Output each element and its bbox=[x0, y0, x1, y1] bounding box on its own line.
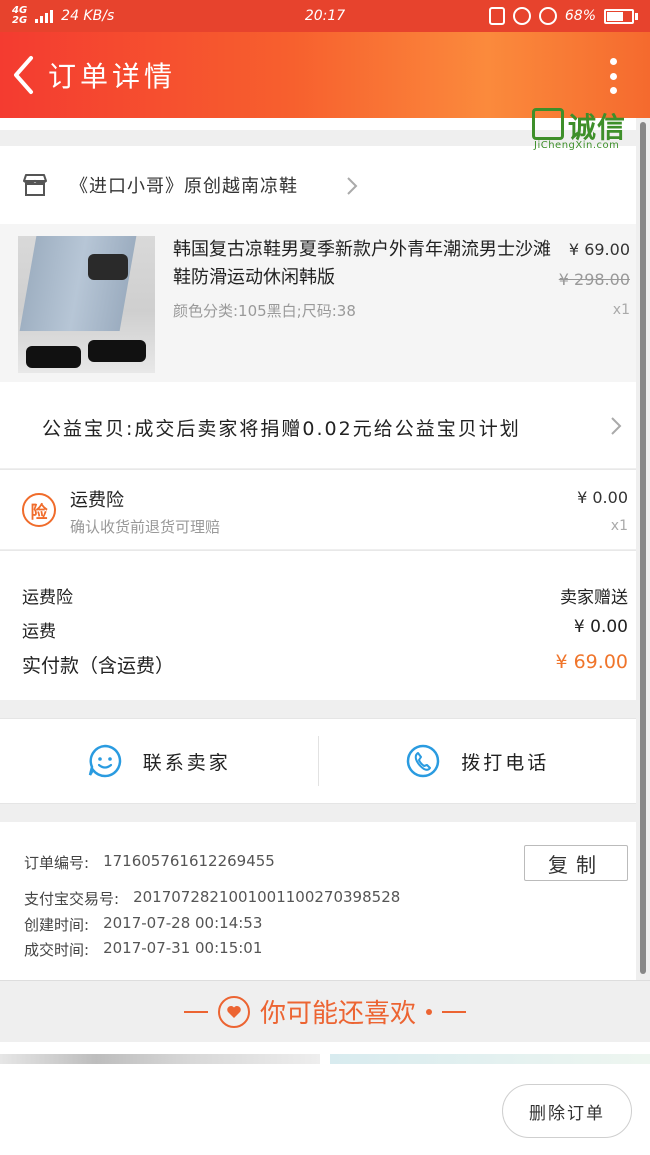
product-original-price: ¥ 298.00 bbox=[558, 270, 630, 289]
page-title: 订单详情 bbox=[48, 60, 177, 93]
insurance-title: 运费险 bbox=[70, 490, 124, 511]
contact-seller-label: 联系卖家 bbox=[142, 751, 231, 774]
created-time: 2017-07-28 00:14:53 bbox=[103, 914, 263, 932]
insurance-badge-icon: 险 bbox=[22, 493, 56, 527]
alipay-number-row: 支付宝交易号: 2017072821001001100270398528 bbox=[24, 888, 400, 909]
insurance-row[interactable]: 险 运费险 确认收货前退货可理赔 ¥ 0.00 x1 bbox=[0, 469, 636, 549]
total-value: ¥ 69.00 bbox=[555, 651, 628, 673]
alarm-icon bbox=[538, 7, 557, 25]
cost-value: ¥ 0.00 bbox=[573, 617, 628, 637]
product-item[interactable]: 韩国复古凉鞋男夏季新款户外青年潮流男士沙滩鞋防滑运动休闲韩版 颜色分类:105黑… bbox=[0, 224, 636, 382]
call-phone-button[interactable]: 拨打电话 bbox=[319, 719, 637, 803]
status-right: 68% bbox=[488, 7, 638, 25]
watermark-subtext: JiChengXin.com bbox=[534, 140, 620, 151]
order-number: 171605761612269455 bbox=[103, 852, 275, 870]
battery-percent: 68% bbox=[564, 8, 596, 24]
recommend-item-image[interactable] bbox=[0, 1054, 320, 1064]
network-2g: 2G bbox=[12, 15, 28, 26]
more-dot-icon bbox=[609, 58, 617, 65]
chevron-right-icon bbox=[611, 417, 622, 435]
recommend-item-image[interactable] bbox=[330, 1054, 650, 1064]
completed-time-row: 成交时间: 2017-07-31 00:15:01 bbox=[24, 939, 262, 960]
product-price: ¥ 69.00 bbox=[568, 240, 630, 259]
signal-icon bbox=[35, 9, 54, 23]
shop-row[interactable]: 《进口小哥》原创越南凉鞋 bbox=[0, 146, 636, 224]
phone-icon bbox=[406, 744, 440, 778]
total-label: 实付款（含运费） bbox=[22, 655, 175, 677]
cost-label: 运费险 bbox=[22, 588, 73, 608]
call-phone-label: 拨打电话 bbox=[461, 751, 550, 774]
order-number-row: 订单编号: 171605761612269455 bbox=[24, 852, 275, 873]
vibrate-icon bbox=[488, 7, 505, 25]
alipay-number: 2017072821001001100270398528 bbox=[133, 888, 401, 906]
created-time-row: 创建时间: 2017-07-28 00:14:53 bbox=[24, 914, 262, 935]
app-header: 订单详情 bbox=[0, 32, 650, 118]
completed-time: 2017-07-31 00:15:01 bbox=[103, 939, 263, 957]
cost-row-shipping: 运费 ¥ 0.00 bbox=[22, 617, 628, 642]
cost-value: 卖家赠送 bbox=[560, 588, 628, 608]
product-image bbox=[18, 236, 155, 373]
product-spec: 颜色分类:105黑白;尺码:38 bbox=[173, 302, 356, 320]
alipay-number-label: 支付宝交易号: bbox=[24, 890, 120, 908]
insurance-desc: 确认收货前退货可理赔 bbox=[70, 518, 221, 536]
order-number-label: 订单编号: bbox=[24, 854, 90, 872]
chat-icon bbox=[88, 744, 121, 778]
product-name: 韩国复古凉鞋男夏季新款户外青年潮流男士沙滩鞋防滑运动休闲韩版 bbox=[173, 239, 551, 288]
cost-summary: 运费险 卖家赠送 运费 ¥ 0.00 实付款（含运费） ¥ 69.00 bbox=[0, 550, 636, 700]
cost-row-insurance: 运费险 卖家赠送 bbox=[22, 583, 628, 608]
completed-time-label: 成交时间: bbox=[24, 941, 90, 959]
cost-row-total: 实付款（含运费） ¥ 69.00 bbox=[22, 651, 628, 678]
more-menu-button[interactable] bbox=[606, 58, 620, 94]
status-bar: 4G 2G 24 KB/s 20:17 68% bbox=[0, 0, 650, 32]
watermark-logo-icon bbox=[532, 108, 564, 140]
product-quantity: x1 bbox=[612, 302, 630, 318]
network-speed: 24 KB/s bbox=[61, 8, 115, 24]
contact-bar: 联系卖家 拨打电话 bbox=[0, 718, 636, 804]
recommend-header: 你可能还喜欢 bbox=[0, 980, 650, 1042]
network-type: 4G 2G bbox=[12, 6, 27, 26]
charity-text: 公益宝贝:成交后卖家将捐赠0.02元给公益宝贝计划 bbox=[42, 418, 521, 440]
order-info: 订单编号: 171605761612269455 复制 支付宝交易号: 2017… bbox=[0, 822, 636, 980]
heart-icon bbox=[217, 995, 250, 1028]
contact-seller-button[interactable]: 联系卖家 bbox=[0, 719, 318, 803]
cost-label: 运费 bbox=[22, 622, 56, 642]
rotation-lock-icon bbox=[512, 7, 531, 25]
delete-order-button[interactable]: 删除订单 bbox=[502, 1084, 632, 1138]
chevron-right-icon bbox=[347, 177, 358, 195]
back-button[interactable] bbox=[0, 32, 48, 118]
created-time-label: 创建时间: bbox=[24, 916, 90, 934]
recommend-title: 你可能还喜欢 bbox=[259, 999, 416, 1029]
chevron-left-icon bbox=[14, 56, 33, 94]
copy-button[interactable]: 复制 bbox=[524, 845, 628, 881]
bottom-area: 删除订单 bbox=[0, 1042, 650, 1155]
battery-icon bbox=[604, 8, 638, 24]
shop-name: 《进口小哥》原创越南凉鞋 bbox=[70, 176, 298, 197]
shop-icon bbox=[23, 174, 47, 196]
scrollbar[interactable] bbox=[640, 122, 646, 974]
insurance-price: ¥ 0.00 bbox=[577, 488, 628, 507]
clock: 20:17 bbox=[304, 8, 346, 24]
insurance-quantity: x1 bbox=[610, 518, 628, 534]
status-left: 4G 2G 24 KB/s bbox=[12, 6, 114, 26]
charity-row[interactable]: 公益宝贝:成交后卖家将捐赠0.02元给公益宝贝计划 bbox=[0, 382, 636, 468]
